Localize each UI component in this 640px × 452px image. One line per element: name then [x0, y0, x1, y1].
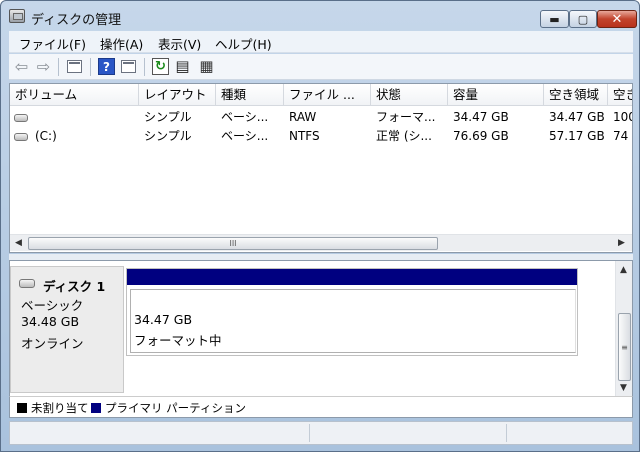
disk-management-app-icon [9, 9, 25, 23]
cell-free-space: 57.17 GB [549, 129, 605, 143]
forward-icon[interactable]: ⇨ [35, 58, 52, 75]
window-title: ディスクの管理 [31, 13, 122, 28]
back-icon[interactable]: ⇦ [13, 58, 30, 75]
refresh-icon[interactable]: ↻ [152, 58, 169, 75]
drive-icon [14, 114, 28, 122]
toolbar-separator [90, 58, 91, 76]
partition-size: 34.47 GB [134, 312, 193, 327]
properties-icon[interactable]: ▤ [174, 58, 191, 75]
cell-volume: (C:) [35, 129, 57, 143]
cell-capacity: 34.47 GB [453, 110, 509, 124]
legend-primary-label: プライマリ パーティション [105, 401, 246, 415]
cell-layout: シンプル [144, 129, 192, 143]
column-volume[interactable]: ボリューム [10, 84, 139, 106]
disk-management-window: ディスクの管理 ▬ ▢ ✕ ファイル(F) 操作(A) 表示(V) ヘルプ(H)… [0, 0, 640, 452]
cell-status: フォーマ... [376, 110, 436, 124]
menu-help[interactable]: ヘルプ(H) [215, 34, 272, 53]
horizontal-scroll-thumb[interactable]: III [28, 237, 438, 250]
cell-filesystem: NTFS [289, 129, 320, 143]
minimize-button[interactable]: ▬ [540, 10, 569, 28]
disk-state: オンライン [21, 336, 84, 351]
details-icon[interactable] [121, 60, 136, 73]
disk-size: 34.48 GB [21, 314, 80, 329]
cell-layout: シンプル [144, 110, 192, 124]
legend-unallocated-label: 未割り当て [31, 401, 89, 415]
partition-block[interactable]: 34.47 GB フォーマット中 [126, 268, 578, 356]
cell-status: 正常 (シ... [376, 129, 432, 143]
cell-volume [30, 108, 139, 127]
toolbar: ⇦ ⇨ ? ↻ ▤ ▦ [9, 54, 633, 80]
toolbar-separator [144, 58, 145, 76]
column-type[interactable]: 種類 [216, 84, 284, 106]
menu-view[interactable]: 表示(V) [158, 34, 201, 53]
toolbar-separator [58, 58, 59, 76]
cell-percent-free: 100 [613, 110, 632, 124]
column-layout[interactable]: レイアウト [139, 84, 216, 106]
column-free-space[interactable]: 空き領域 [544, 84, 608, 106]
partition-status: フォーマット中 [134, 333, 222, 348]
cell-free-space: 34.47 GB [549, 110, 605, 124]
disk-1-info[interactable]: ディスク 1 ベーシック 34.48 GB オンライン [10, 266, 124, 393]
volume-list: ボリューム レイアウト 種類 ファイル ... 状態 容量 空き領域 空き シン… [9, 83, 633, 253]
disk-type: ベーシック [21, 298, 84, 313]
status-divider [506, 424, 507, 442]
cell-type: ベーシ... [221, 129, 269, 143]
title-bar[interactable]: ディスクの管理 ▬ ▢ ✕ [1, 1, 639, 31]
vertical-scroll-thumb[interactable]: ≡ [618, 313, 631, 381]
drive-icon [14, 133, 28, 141]
help-icon[interactable]: ? [98, 58, 115, 75]
disk-graphical-view: ディスク 1 ベーシック 34.48 GB オンライン 34.47 GB フォー… [9, 260, 633, 397]
disk-icon [19, 279, 35, 288]
legend: 未割り当て プライマリ パーティション [9, 396, 633, 418]
legend-primary-swatch [91, 403, 101, 413]
status-divider [309, 424, 310, 442]
scroll-left-icon[interactable]: ◀ [15, 238, 22, 248]
volume-list-header: ボリューム レイアウト 種類 ファイル ... 状態 容量 空き領域 空き [10, 84, 632, 106]
settings-icon[interactable]: ▦ [198, 58, 215, 75]
cell-capacity: 76.69 GB [453, 129, 509, 143]
console-tree-icon[interactable] [67, 60, 82, 73]
column-status[interactable]: 状態 [371, 84, 448, 106]
cell-percent-free: 74 [613, 129, 629, 143]
horizontal-scrollbar[interactable]: ◀ III ▶ [10, 234, 632, 251]
table-row[interactable]: (C:) シンプル ベーシ... NTFS 正常 (シ... 76.69 GB … [10, 127, 632, 146]
menu-file[interactable]: ファイル(F) [19, 34, 86, 53]
vertical-scrollbar[interactable]: ▲ ≡ ▼ [615, 261, 632, 397]
close-button[interactable]: ✕ [597, 10, 637, 28]
disk-name: ディスク 1 [43, 279, 106, 294]
maximize-button[interactable]: ▢ [569, 10, 597, 28]
column-filesystem[interactable]: ファイル ... [284, 84, 371, 106]
cell-type: ベーシ... [221, 110, 269, 124]
column-capacity[interactable]: 容量 [448, 84, 544, 106]
menu-action[interactable]: 操作(A) [100, 34, 143, 53]
column-percent-free[interactable]: 空き [608, 84, 632, 106]
scroll-right-icon[interactable]: ▶ [618, 238, 625, 248]
menu-bar: ファイル(F) 操作(A) 表示(V) ヘルプ(H) [9, 31, 633, 53]
partition-body: 34.47 GB フォーマット中 [130, 289, 576, 353]
table-row[interactable]: シンプル ベーシ... RAW フォーマ... 34.47 GB 34.47 G… [10, 108, 632, 127]
cell-filesystem: RAW [289, 110, 317, 124]
legend-unallocated-swatch [17, 403, 27, 413]
scroll-up-icon[interactable]: ▲ [620, 265, 627, 275]
status-bar [9, 421, 633, 445]
primary-partition-bar [127, 269, 577, 285]
scroll-down-icon[interactable]: ▼ [620, 383, 627, 393]
